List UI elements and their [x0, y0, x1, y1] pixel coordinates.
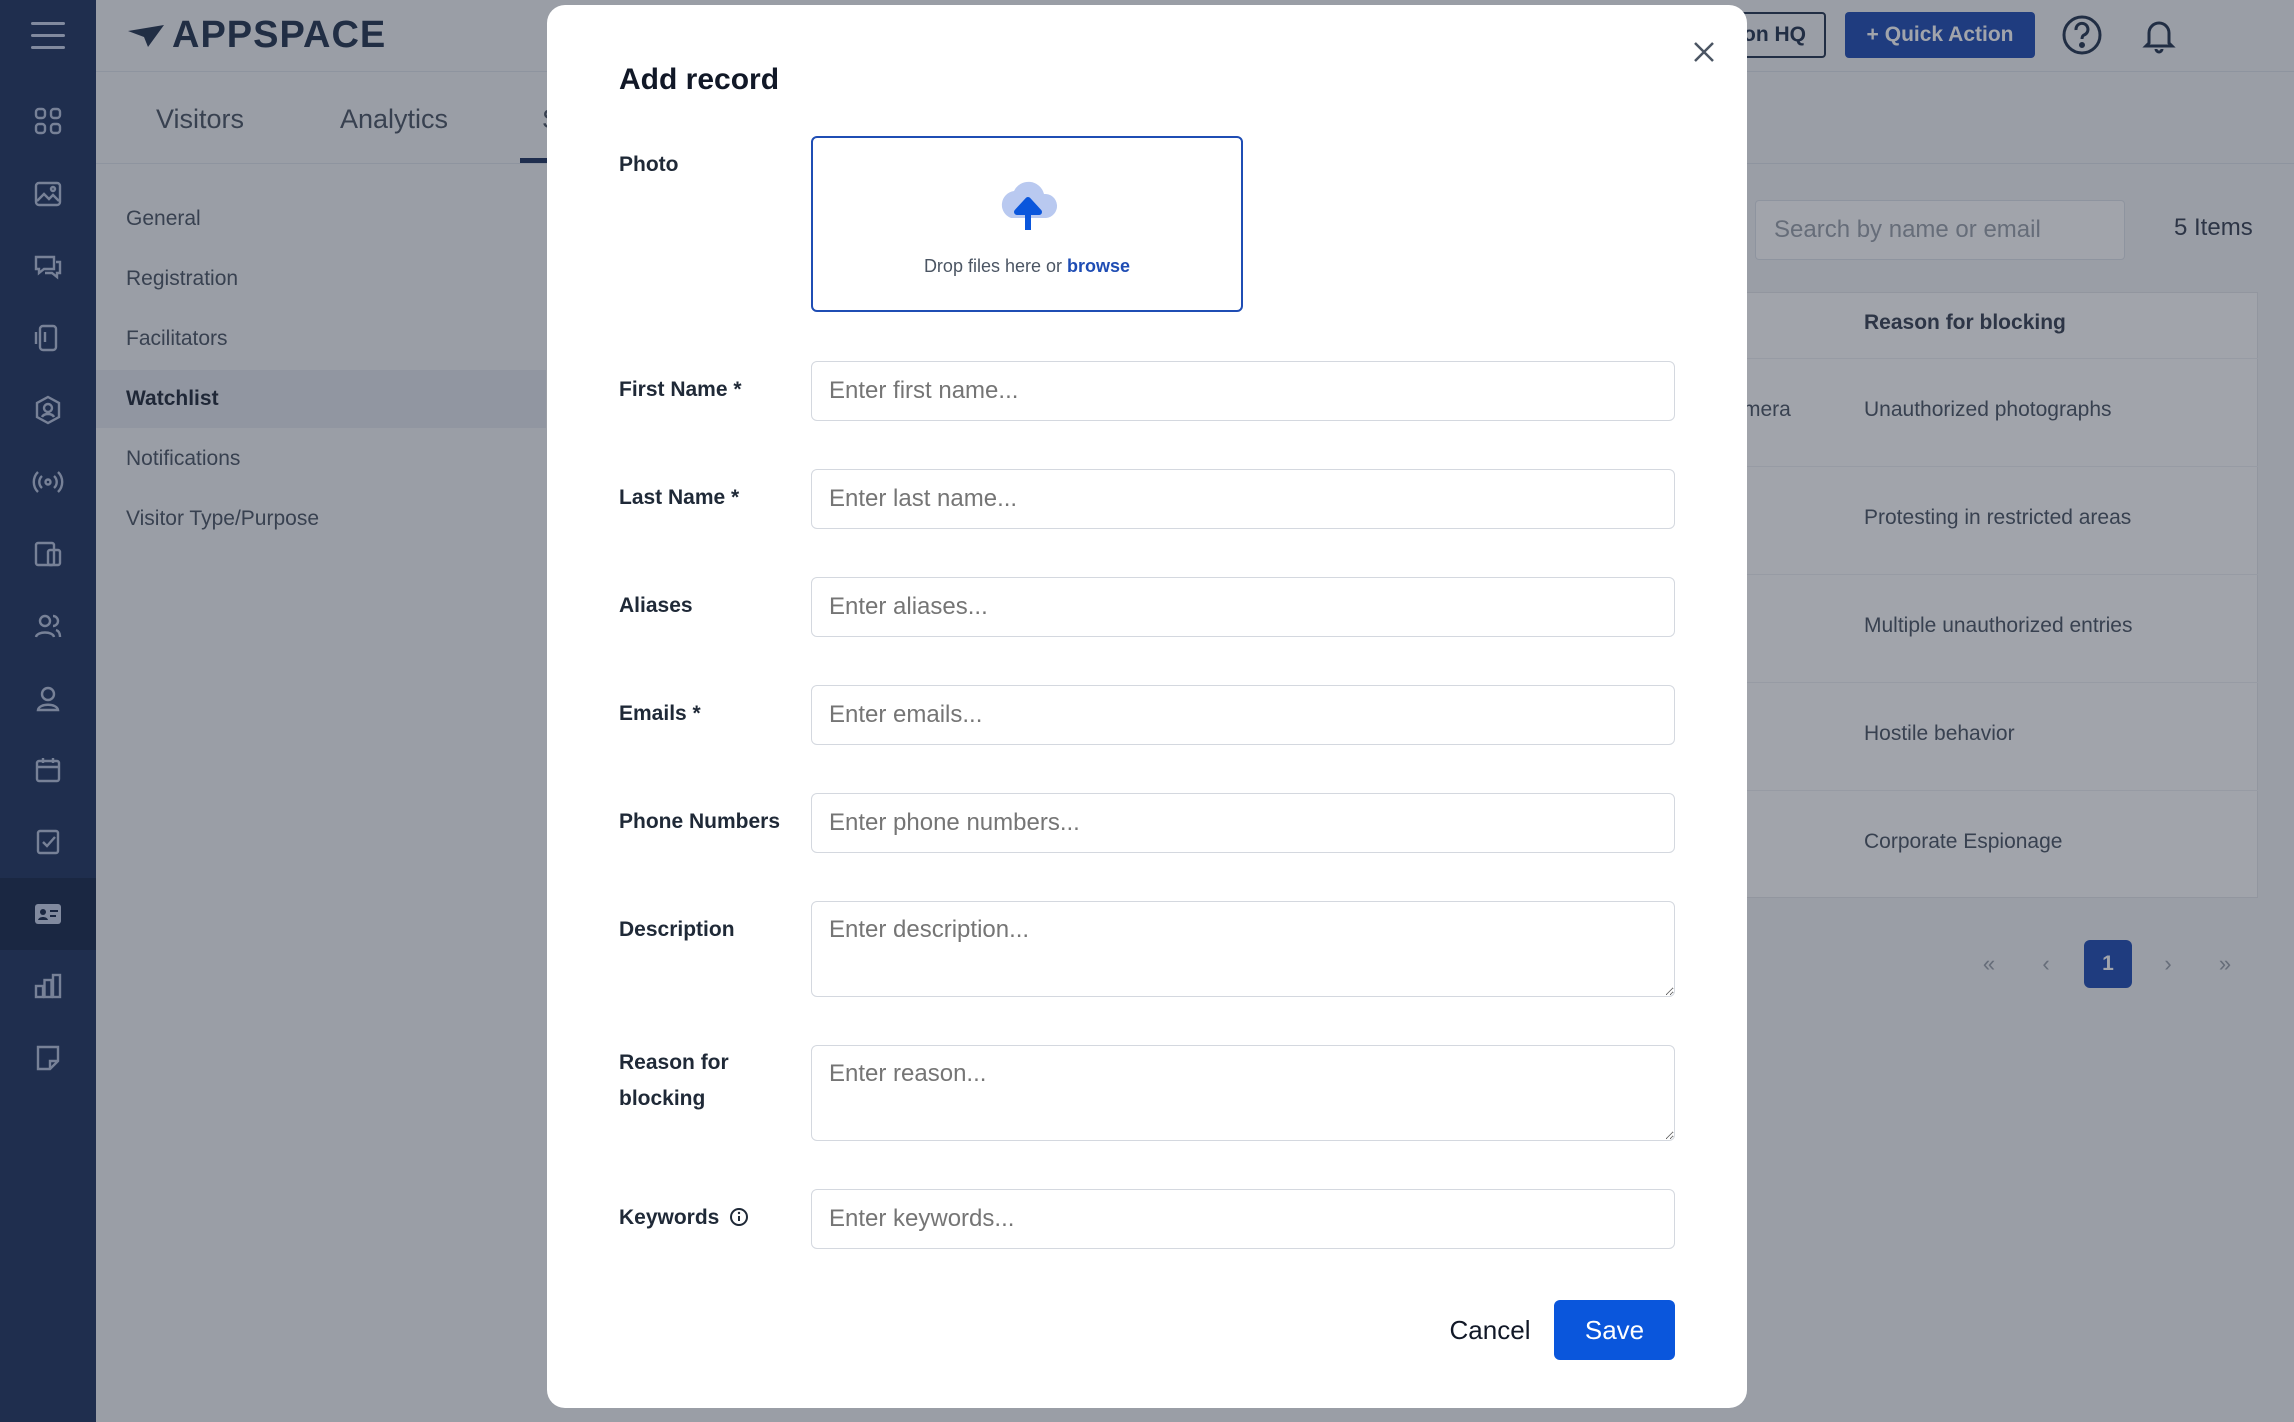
last-name-label: Last Name * [619, 486, 740, 509]
emails-label: Emails * [619, 702, 701, 725]
aliases-input[interactable] [811, 577, 1675, 637]
reason-textarea[interactable] [811, 1045, 1675, 1141]
first-name-input[interactable] [811, 361, 1675, 421]
keywords-label-text: Keywords [619, 1206, 720, 1229]
aliases-label: Aliases [619, 594, 693, 617]
close-icon[interactable] [1687, 35, 1721, 69]
first-name-label: First Name * [619, 378, 742, 401]
save-button[interactable]: Save [1554, 1300, 1675, 1360]
phone-numbers-label: Phone Numbers [619, 810, 781, 833]
phone-numbers-input[interactable] [811, 793, 1675, 853]
photo-label: Photo [619, 153, 679, 176]
keywords-input[interactable] [811, 1189, 1675, 1249]
upload-cloud-icon [1001, 181, 1058, 230]
photo-dropzone[interactable]: Drop files here or browse [811, 136, 1243, 312]
last-name-input[interactable] [811, 469, 1675, 529]
dropzone-prompt: Drop files here or [923, 256, 1062, 276]
dropzone-text: Drop files here or browse [813, 256, 1241, 277]
description-textarea[interactable] [811, 901, 1675, 997]
reason-label-line2: blocking [619, 1087, 706, 1110]
add-record-dialog: Add record Photo Drop files here or brow… [547, 5, 1747, 1408]
reason-label-line1: Reason for [619, 1051, 729, 1074]
emails-input[interactable] [811, 685, 1675, 745]
browse-link[interactable]: browse [1067, 256, 1130, 276]
keywords-label: Keywords [619, 1200, 749, 1236]
info-icon[interactable] [729, 1207, 749, 1227]
cancel-button[interactable]: Cancel [1423, 1300, 1557, 1360]
dialog-title: Add record [619, 63, 780, 96]
description-label: Description [619, 918, 735, 941]
